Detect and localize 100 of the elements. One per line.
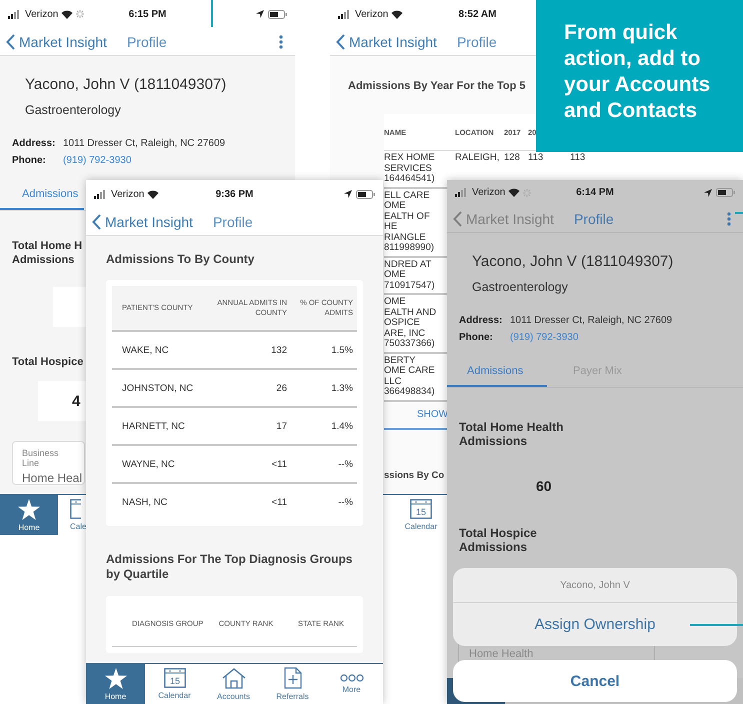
table-cell-text: NASH, NC — [121, 496, 168, 508]
battery-icon — [268, 10, 287, 18]
location-arrow-icon — [704, 188, 712, 196]
document-plus-icon — [284, 667, 302, 689]
callout-text: From quick action, add to your Accounts and Contacts — [536, 0, 743, 152]
table-cell-text: 132 — [270, 344, 287, 356]
more-icon — [340, 674, 364, 682]
wifi-icon — [508, 188, 520, 197]
table-cell-text: OME EALTH AND OSPICE ARE, INC 750337366) — [384, 297, 438, 350]
battery-icon — [716, 188, 735, 197]
tab[interactable]: Admissions — [447, 357, 547, 387]
detail-value: 1011 Dresser Ct, Raleigh, NC 27609 — [510, 315, 672, 326]
table-cell-text: 1.5% — [330, 344, 354, 356]
specialty: Gastroenterology — [25, 103, 122, 117]
table-cell-text: HARNETT, NC — [121, 420, 186, 432]
phone-link[interactable]: (919) 792-3930 — [63, 155, 132, 166]
stat-value: 4 — [72, 392, 80, 410]
signal-icon — [8, 10, 22, 18]
status-time: 8:52 AM — [458, 8, 496, 20]
table-cell-text: 17 — [275, 420, 287, 432]
star-icon — [18, 498, 40, 520]
table-cell-text: JOHNSTON, NC — [121, 382, 194, 394]
section-heading: Admissions For The Top Diagnosis Groups by Quartile — [106, 552, 354, 582]
cancel-button[interactable]: Cancel — [453, 660, 737, 702]
carrier-name: Verizon — [355, 8, 388, 20]
person-name: Yacono, John V (1811049307) — [472, 253, 674, 270]
wifi-icon — [147, 190, 160, 198]
chevron-left-icon — [6, 34, 15, 50]
tab-bar-item[interactable]: Home — [0, 495, 58, 535]
table-cell-text: ELL CARE OME EALTH OF HE RIANGLE 811998990) — [384, 190, 436, 254]
detail-label: Address: — [12, 138, 56, 149]
stat-title: Total Home Health Admissions — [459, 420, 564, 448]
carrier-name: Verizon — [25, 8, 58, 20]
back-button[interactable]: Market Insight — [92, 214, 193, 230]
table-cell-text: REX HOME SERVICES 164464541) — [384, 153, 436, 184]
table-cell-text: RALEIGH, — [455, 153, 500, 164]
calendar-icon: 15 — [410, 499, 432, 519]
wifi-icon — [391, 10, 404, 18]
section-heading: ssions By Co — [384, 470, 444, 480]
leader-line — [211, 0, 213, 27]
status-time: 6:15 PM — [128, 8, 166, 20]
back-button[interactable]: Market Insight — [6, 34, 107, 50]
location-arrow-icon — [256, 10, 264, 18]
tab[interactable]: Admissions — [0, 180, 84, 210]
chevron-left-icon — [453, 210, 462, 226]
table-cell-text: 128 — [504, 153, 521, 164]
table-cell-text: 113 — [570, 153, 586, 164]
stat-value: 60 — [536, 478, 553, 494]
location-arrow-icon — [344, 190, 352, 198]
show-more-link[interactable]: SHOW — [417, 409, 448, 420]
table-cell-text: --% — [337, 496, 354, 508]
business-line-field[interactable]: Business Line Home Heal — [12, 441, 85, 485]
battery-icon — [356, 190, 375, 198]
table-cell-text: WAKE, NC — [121, 344, 170, 356]
table-cell-text: WAYNE, NC — [121, 458, 176, 470]
section-heading: Admissions To By County — [106, 252, 254, 266]
table-cell-text: 113 — [528, 153, 544, 164]
calendar-icon — [70, 499, 81, 519]
screen-title: Profile — [456, 34, 497, 50]
section-heading: Admissions By Year For the Top 5 — [348, 80, 526, 92]
table-cell-text: <11 — [270, 458, 287, 470]
stat-title: Total Hospice — [12, 355, 84, 369]
person-name: Yacono, John V (1811049307) — [25, 76, 228, 93]
detail-label: Phone: — [12, 155, 47, 166]
more-vertical-icon[interactable] — [279, 34, 283, 48]
specialty: Gastroenterology — [472, 280, 569, 294]
detail-value: 1011 Dresser Ct, Raleigh, NC 27609 — [63, 138, 226, 149]
detail-label: Phone: — [459, 332, 494, 343]
table-cell-text: 1.3% — [330, 382, 354, 394]
calendar-icon: 15 — [164, 668, 186, 688]
stat-title: Total Hospice Admissions — [459, 526, 538, 554]
signal-icon — [455, 188, 469, 197]
tab-bar-item[interactable]: Home — [86, 664, 145, 704]
carrier-name: Verizon — [472, 187, 506, 198]
wifi-icon — [61, 10, 74, 18]
table-cell-text: 1.4% — [330, 420, 354, 432]
screen-title: Profile — [574, 210, 614, 226]
sheet-title: Yacono, John V — [453, 568, 737, 603]
star-icon — [104, 668, 126, 688]
house-icon — [222, 668, 246, 688]
signal-icon — [338, 10, 352, 18]
stat-title: Total Home H Admissions — [12, 239, 82, 267]
back-button[interactable]: Market Insight — [453, 210, 554, 226]
leader-line — [690, 624, 743, 626]
table-cell-text: 26 — [275, 382, 287, 394]
table-cell-text: --% — [337, 458, 354, 470]
signal-icon — [94, 190, 108, 198]
table-cell-text: NDRED AT OME 710917547) — [384, 260, 436, 291]
status-time: 9:36 PM — [216, 188, 254, 200]
back-button[interactable]: Market Insight — [336, 34, 437, 50]
detail-label: Address: — [459, 315, 504, 326]
status-time: 6:14 PM — [576, 187, 614, 198]
more-vertical-icon[interactable] — [727, 212, 731, 226]
action-button[interactable]: Assign Ownership — [453, 603, 737, 646]
table-cell-text: BERTY OME CARE LLC 366498834) — [384, 356, 436, 398]
table-cell-text: <11 — [270, 496, 287, 508]
screen-title: Profile — [212, 214, 253, 230]
carrier-name: Verizon — [111, 188, 144, 200]
chevron-left-icon — [336, 34, 345, 50]
screen-title: Profile — [126, 34, 167, 50]
